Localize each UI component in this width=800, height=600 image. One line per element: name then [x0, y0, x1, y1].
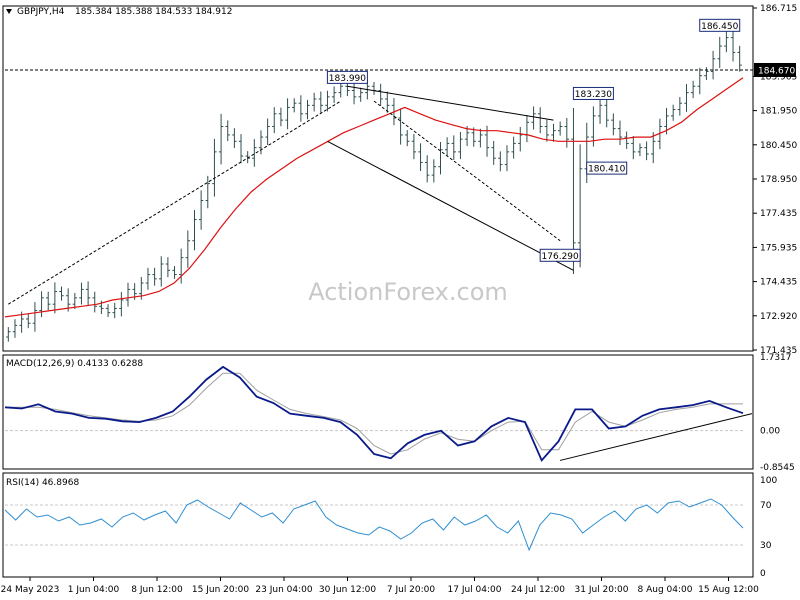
price-axis-label: 178.950 — [760, 175, 797, 185]
rsi-axis-label: 100 — [760, 476, 777, 486]
price-axis-label: 175.935 — [760, 243, 797, 253]
price-axis-label: 174.435 — [760, 278, 797, 288]
ann-180410-label: 180.410 — [588, 165, 625, 175]
watermark: ActionForex.com — [308, 278, 508, 306]
time-axis-label: 15 Jun 20:00 — [192, 585, 249, 595]
rsi-panel-frame — [2, 472, 754, 578]
chart-header-symbol: GBPJPY,H4 — [17, 7, 65, 17]
time-axis-label: 7 Jul 20:00 — [387, 585, 436, 595]
time-axis-label: 30 Jun 12:00 — [319, 585, 376, 595]
price-axis-label: 172.920 — [760, 312, 797, 322]
time-axis-label: 1 Jun 04:00 — [68, 585, 120, 595]
price-axis-label: 181.950 — [760, 107, 797, 117]
rsi-axis-label: 0 — [760, 569, 766, 579]
time-axis-label: 31 Jul 20:00 — [575, 585, 629, 595]
ann-183230-label: 183.230 — [575, 90, 612, 100]
rsi-label: RSI(14) 46.8968 — [6, 478, 79, 488]
ann-176290-label: 176.290 — [542, 252, 579, 262]
ann-183990-label: 183.990 — [329, 74, 366, 84]
current-price-tag-label: 184.670 — [758, 66, 795, 76]
time-axis-label: 17 Jul 04:00 — [448, 585, 502, 595]
macd-axis-label: -0.8545 — [760, 463, 795, 473]
time-axis-label: 8 Aug 04:00 — [638, 585, 693, 595]
time-axis-label: 24 Jul 12:00 — [511, 585, 565, 595]
price-axis-label: 180.450 — [760, 141, 797, 151]
rsi-axis-label: 70 — [760, 501, 772, 511]
forex-chart: ActionForex.com 183.990 176.290 183.230 180… — [1, 4, 798, 595]
time-axis-label: 23 Jun 04:00 — [255, 585, 312, 595]
ann-186450-label: 186.450 — [701, 22, 738, 32]
macd-axis-label: 0.00 — [760, 427, 780, 437]
time-axis-label: 24 May 2023 — [1, 585, 60, 595]
price-axis-label: 186.715 — [760, 4, 797, 14]
macd-panel-frame — [2, 354, 754, 470]
rsi-axis-label: 30 — [760, 541, 772, 551]
time-axis-label: 8 Jun 12:00 — [131, 585, 183, 595]
time-axis-label: 15 Aug 12:00 — [698, 585, 759, 595]
macd-label: MACD(12,26,9) 0.4133 0.6288 — [6, 359, 143, 369]
price-axis-label: 177.435 — [760, 209, 797, 219]
chart-header-ohlc: 185.384 185.388 184.533 184.912 — [75, 7, 232, 17]
macd-axis-label: 1.7317 — [760, 353, 792, 363]
